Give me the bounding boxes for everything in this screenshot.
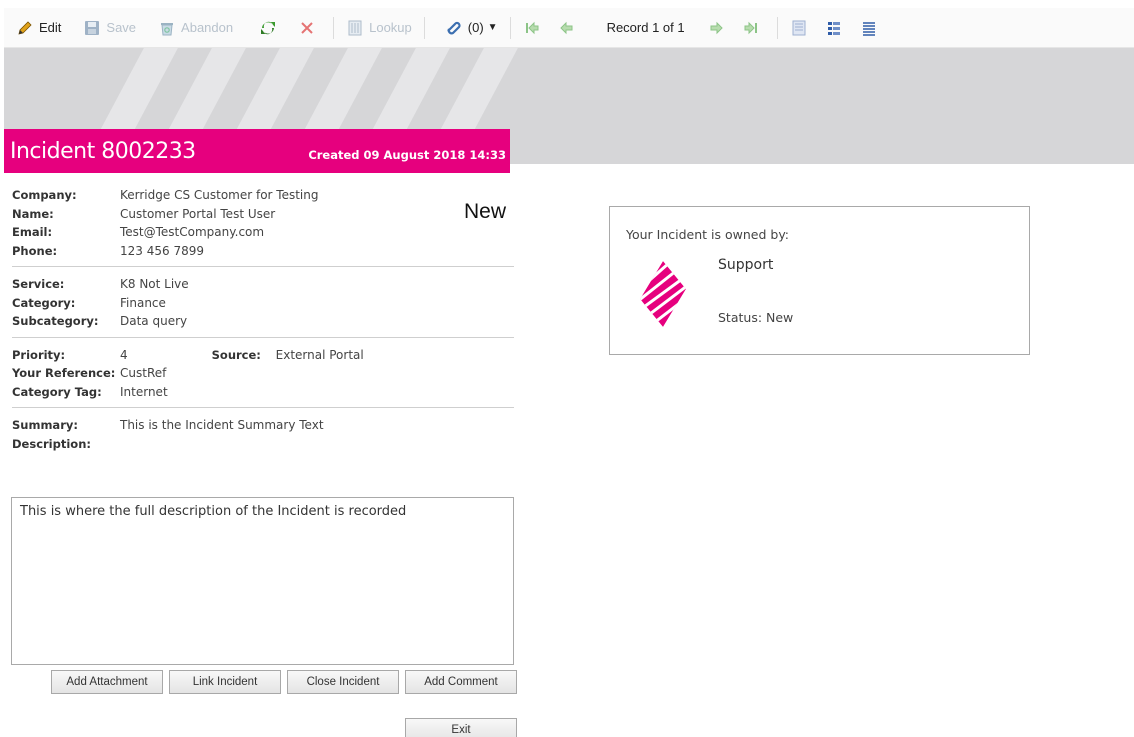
detail-row: Category: Finance: [12, 294, 514, 313]
field-value: Internet: [120, 384, 168, 399]
recycle-bin-icon: [158, 19, 176, 37]
description-textarea[interactable]: This is where the full description of th…: [11, 497, 514, 665]
save-button[interactable]: Save: [77, 14, 142, 42]
field-label: Email:: [12, 225, 53, 240]
pencil-icon: [16, 19, 34, 37]
refresh-button[interactable]: [253, 14, 288, 42]
record-indicator: Record 1 of 1: [606, 20, 685, 35]
previous-record-button[interactable]: [552, 14, 587, 42]
owner-name: Support: [718, 257, 774, 273]
incident-details: New Company: Kerridge CS Customer for Tes…: [12, 186, 514, 467]
field-label: Phone:: [12, 243, 58, 258]
refresh-arrows-icon: [259, 19, 277, 37]
field-label: Subcategory:: [12, 314, 99, 329]
attachments-dropdown[interactable]: (0) ▼: [439, 14, 504, 42]
form-view-button[interactable]: [784, 14, 819, 42]
list-view-button[interactable]: [854, 14, 889, 42]
owner-panel: Your Incident is owned by: Support Statu…: [609, 206, 1030, 355]
owner-status: Status: New: [718, 310, 794, 325]
previous-arrow-icon: [558, 19, 576, 37]
detail-row: Description:: [12, 435, 514, 454]
delete-button[interactable]: [292, 14, 327, 42]
exit-button[interactable]: Exit: [405, 718, 517, 737]
detail-row: Phone: 123 456 7899: [12, 242, 514, 261]
priority-section: Priority: 4 Source: External Portal Your…: [12, 346, 514, 408]
created-date: Created 09 August 2018 14:33: [308, 148, 506, 162]
toolbar-divider: [776, 16, 778, 39]
source-value: External Portal: [275, 347, 364, 362]
source-label: Source:: [211, 347, 261, 362]
field-value: Customer Portal Test User: [120, 206, 276, 221]
paperclip-icon: [445, 19, 463, 37]
first-record-button[interactable]: [517, 14, 552, 42]
last-record-button[interactable]: [736, 14, 771, 42]
detail-row: Subcategory: Data query: [12, 312, 514, 331]
owner-title: Your Incident is owned by:: [626, 227, 790, 242]
field-value: 123 456 7899: [120, 243, 204, 258]
edit-button[interactable]: Edit: [10, 14, 67, 42]
field-label: Summary:: [12, 418, 78, 433]
field-label: Category:: [12, 295, 76, 310]
lookup-button[interactable]: Lookup: [340, 14, 418, 42]
detail-row: Company: Kerridge CS Customer for Testing: [12, 186, 514, 205]
summary-value: This is the Incident Summary Text: [120, 418, 324, 433]
lookup-icon: [346, 19, 364, 37]
close-icon: [298, 19, 316, 37]
detail-row: Email: Test@TestCompany.com: [12, 223, 514, 242]
form-view-icon: [790, 19, 808, 37]
field-value: Data query: [120, 314, 188, 329]
field-label: Service:: [12, 277, 65, 292]
incident-status: New: [463, 200, 506, 223]
field-value: Test@TestCompany.com: [120, 225, 265, 240]
contact-section: Company: Kerridge CS Customer for Testing…: [12, 186, 514, 267]
support-logo-icon: [638, 259, 688, 329]
field-value: K8 Not Live: [120, 277, 189, 292]
detail-row: Service: K8 Not Live: [12, 275, 514, 294]
next-record-button[interactable]: [701, 14, 736, 42]
field-value: CustRef: [120, 366, 167, 381]
field-label: Company:: [12, 188, 77, 203]
field-label: Your Reference:: [12, 366, 116, 381]
abandon-button[interactable]: Abandon: [152, 14, 239, 42]
toolbar-divider: [509, 16, 511, 39]
detail-row: Priority: 4 Source: External Portal: [12, 346, 514, 365]
last-record-icon: [742, 19, 760, 37]
detail-list-icon: [825, 19, 843, 37]
close-incident-button[interactable]: Close Incident: [287, 670, 399, 694]
toolbar-divider: [423, 16, 425, 39]
add-attachment-button[interactable]: Add Attachment: [51, 670, 163, 694]
service-section: Service: K8 Not Live Category: Finance Sub…: [12, 275, 514, 338]
toolbar: Edit Save Abandon Lookup (0) ▼ Record 1 …: [4, 8, 1134, 48]
incident-title: Incident 8002233: [10, 138, 196, 164]
field-label: Category Tag:: [12, 384, 102, 399]
floppy-disk-icon: [83, 19, 101, 37]
field-label: Description:: [12, 436, 91, 451]
priority-value: 4: [120, 347, 128, 362]
chevron-down-icon: ▼: [487, 22, 498, 33]
next-arrow-icon: [707, 19, 725, 37]
link-incident-button[interactable]: Link Incident: [169, 670, 281, 694]
add-comment-button[interactable]: Add Comment: [405, 670, 517, 694]
field-label: Priority:: [12, 347, 66, 362]
detail-view-button[interactable]: [819, 14, 854, 42]
detail-row: Summary: This is the Incident Summary Tex…: [12, 416, 514, 435]
toolbar-divider: [333, 16, 335, 39]
field-label: Name:: [12, 206, 54, 221]
field-value: Kerridge CS Customer for Testing: [120, 188, 319, 203]
detail-row: Category Tag: Internet: [12, 383, 514, 402]
detail-row: Your Reference: CustRef: [12, 364, 514, 383]
summary-section: Summary: This is the Incident Summary Tex…: [12, 416, 514, 459]
field-value: Finance: [120, 295, 166, 310]
incident-header: Incident 8002233 Created 09 August 2018 …: [4, 129, 510, 173]
first-record-icon: [523, 19, 541, 37]
list-icon: [860, 19, 878, 37]
detail-row: Name: Customer Portal Test User: [12, 205, 514, 224]
